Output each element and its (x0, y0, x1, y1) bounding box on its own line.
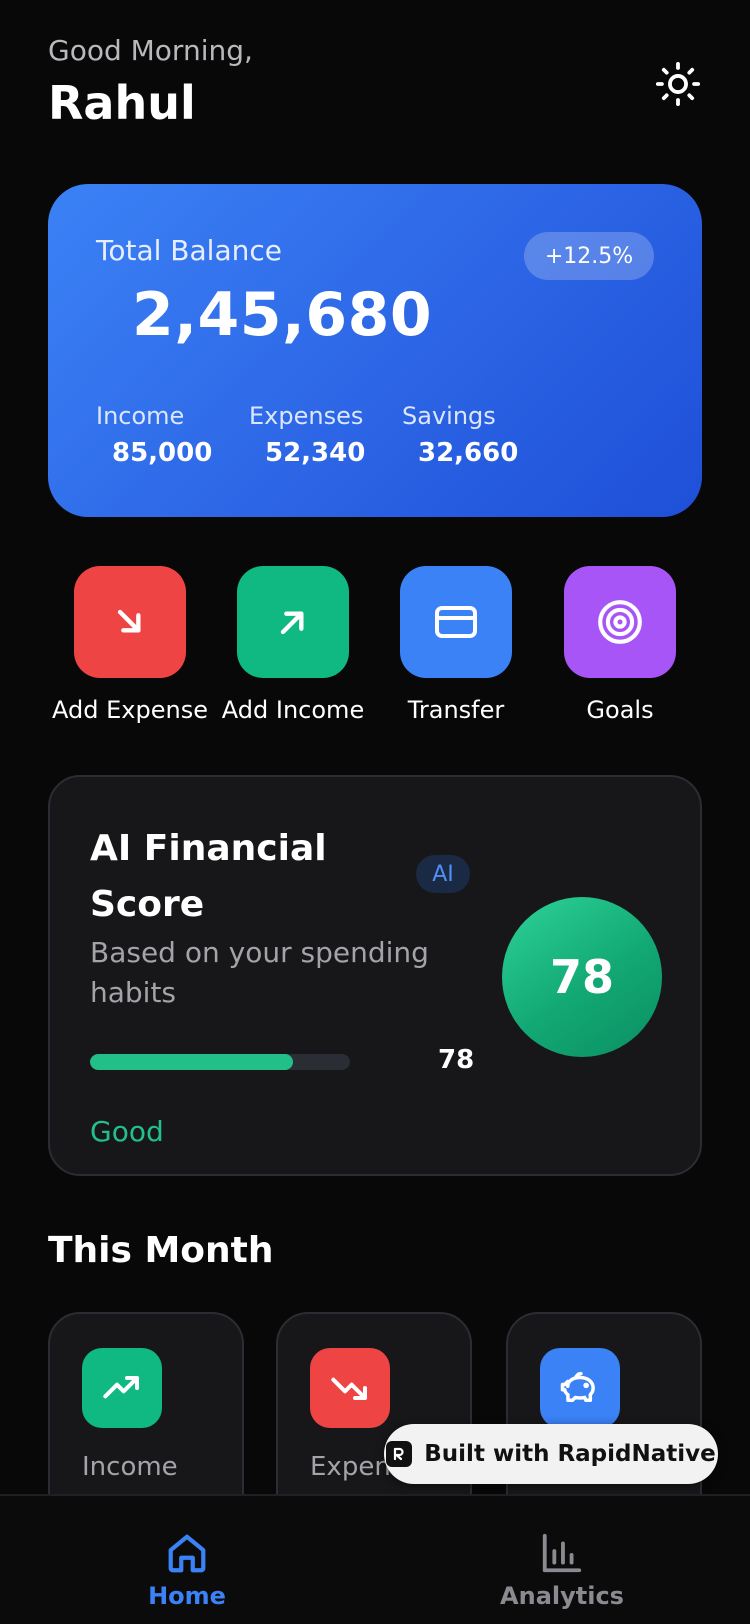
add-expense-tile[interactable] (74, 566, 186, 678)
arrow-down-right-icon (117, 609, 141, 633)
theme-toggle-button[interactable] (652, 58, 704, 110)
month-income-label: Income (82, 1452, 178, 1482)
nav-item-home[interactable]: Home (87, 1530, 287, 1610)
expenses-stat-value: 52,340 (265, 438, 366, 468)
score-circle: 78 (502, 897, 662, 1057)
score-progress-bar (90, 1054, 350, 1070)
score-rating: Good (90, 1115, 164, 1148)
add-income-button[interactable]: Add Income (213, 566, 373, 724)
bar-chart-icon (542, 1533, 582, 1573)
add-income-tile[interactable] (237, 566, 349, 678)
income-stat-value: 85,000 (112, 438, 213, 468)
month-savings-icon-tile (540, 1348, 620, 1428)
balance-label: Total Balance (96, 234, 282, 267)
savings-stat-value: 32,660 (418, 438, 519, 468)
ai-score-card[interactable]: AI Financial Score AI Based on your spen… (48, 775, 702, 1176)
balance-amount: 2,45,680 (132, 280, 433, 350)
nav-home-label: Home (148, 1582, 226, 1610)
built-with-badge[interactable]: Built with RapidNative (384, 1424, 718, 1484)
add-expense-label: Add Expense (52, 696, 208, 724)
balance-change-badge: +12.5% (524, 232, 654, 280)
income-stat-label: Income (96, 402, 185, 430)
piggy-bank-icon (560, 1371, 595, 1402)
target-icon (598, 600, 642, 644)
month-expenses-icon-tile (310, 1348, 390, 1428)
credit-card-icon (435, 606, 477, 638)
expenses-stat-label: Expenses (249, 402, 364, 430)
home-icon (168, 1534, 206, 1573)
goals-tile[interactable] (564, 566, 676, 678)
home-screen: Good Morning, Rahul Total Balance 2,45,6… (0, 0, 750, 1624)
month-income-icon-tile (82, 1348, 162, 1428)
add-income-label: Add Income (221, 696, 365, 724)
rapidnative-logo-icon (386, 1441, 413, 1467)
trending-up-icon (103, 1376, 139, 1399)
savings-stat-label: Savings (402, 402, 496, 430)
ai-score-subtitle: Based on your spending habits (90, 936, 429, 1009)
built-with-text: Built with RapidNative (424, 1441, 716, 1467)
nav-item-analytics[interactable]: Analytics (462, 1530, 662, 1610)
ai-badge: AI (416, 855, 470, 893)
goals-button[interactable]: Goals (540, 566, 700, 724)
sun-icon (655, 61, 701, 107)
greeting-text: Good Morning, (48, 34, 253, 67)
goals-label: Goals (586, 696, 654, 724)
nav-analytics-label: Analytics (500, 1582, 624, 1610)
transfer-label: Transfer (407, 696, 505, 724)
income-stat: Income 85,000 (96, 402, 212, 468)
transfer-button[interactable]: Transfer (376, 566, 536, 724)
savings-stat: Savings 32,660 (402, 402, 518, 468)
balance-card[interactable]: Total Balance 2,45,680 +12.5% Income 85,… (48, 184, 702, 517)
bottom-navigation: Home Analytics (0, 1494, 750, 1624)
add-expense-button[interactable]: Add Expense (50, 566, 210, 724)
arrow-up-right-icon (280, 611, 304, 635)
transfer-tile[interactable] (400, 566, 512, 678)
score-progress-fill (90, 1054, 293, 1070)
score-progress-value: 78 (438, 1045, 475, 1075)
ai-score-title: AI Financial Score (90, 828, 327, 925)
this-month-title: This Month (48, 1230, 274, 1271)
trending-down-icon (331, 1377, 367, 1400)
user-name: Rahul (48, 76, 196, 130)
expenses-stat: Expenses 52,340 (249, 402, 365, 468)
